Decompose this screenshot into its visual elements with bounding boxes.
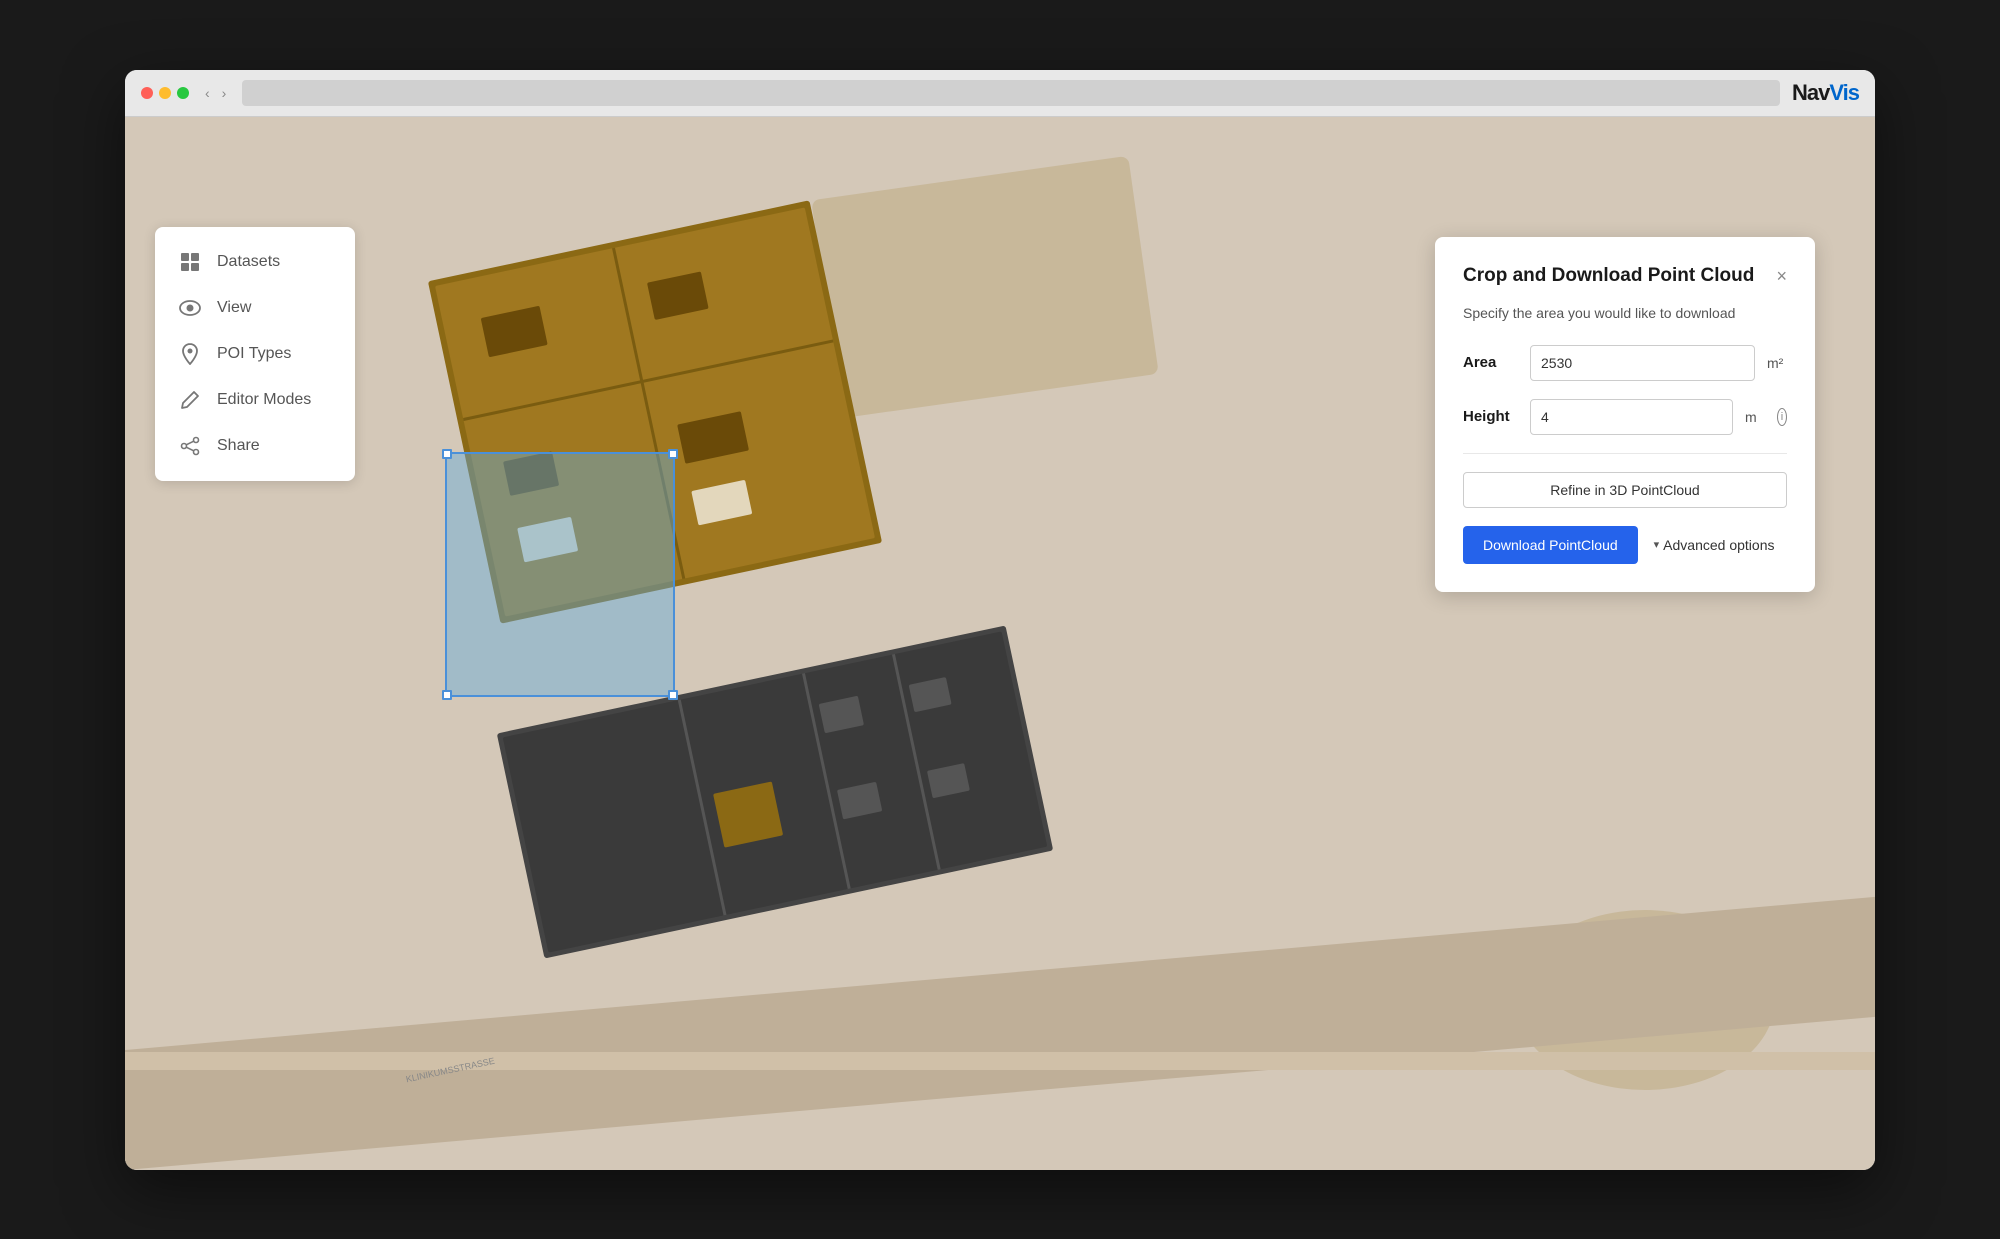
maximize-traffic-light[interactable] (177, 87, 189, 99)
panel-divider (1463, 453, 1787, 454)
area-input[interactable] (1530, 345, 1755, 381)
sidebar: Datasets View (155, 227, 355, 481)
area-label: Area (1463, 354, 1518, 371)
bottom-furniture-4 (909, 676, 952, 711)
area-field-row: Area m² (1463, 345, 1787, 381)
road-line (125, 1052, 1875, 1070)
handle-bottom-left[interactable] (442, 690, 452, 700)
sidebar-item-datasets[interactable]: Datasets (155, 239, 355, 285)
advanced-options-label: Advanced options (1663, 537, 1774, 553)
poi-types-label: POI Types (217, 345, 291, 363)
bottom-furniture-5 (927, 763, 970, 798)
height-input[interactable] (1530, 399, 1733, 435)
bottom-furniture-3 (837, 781, 882, 819)
area-unit: m² (1767, 355, 1787, 371)
address-bar[interactable] (242, 80, 1780, 106)
map-patch-1 (811, 155, 1159, 417)
download-button[interactable]: Download PointCloud (1463, 526, 1638, 564)
handle-top-left[interactable] (442, 449, 452, 459)
handle-top-right[interactable] (668, 449, 678, 459)
browser-logo: NavVis (1792, 80, 1859, 106)
height-label: Height (1463, 408, 1518, 425)
sidebar-item-poi-types[interactable]: POI Types (155, 331, 355, 377)
height-unit: m (1745, 409, 1765, 425)
datasets-icon (179, 251, 201, 273)
poi-icon (179, 343, 201, 365)
view-label: View (217, 299, 251, 317)
nav-buttons: ‹ › (201, 83, 230, 103)
furniture-5 (691, 479, 752, 525)
editor-icon (179, 389, 201, 411)
bottom-furniture-2 (819, 695, 864, 733)
editor-modes-label: Editor Modes (217, 391, 311, 409)
browser-window: ‹ › NavVis (125, 70, 1875, 1170)
furniture-4 (677, 411, 749, 464)
bottom-furniture-1 (713, 781, 783, 847)
road-bottom (125, 896, 1875, 1169)
advanced-arrow: ▾ (1654, 538, 1660, 551)
handle-bottom-right[interactable] (668, 690, 678, 700)
info-icon[interactable]: i (1777, 408, 1787, 426)
refine-button[interactable]: Refine in 3D PointCloud (1463, 472, 1787, 508)
crop-panel: Crop and Download Point Cloud × Specify … (1435, 237, 1815, 592)
minimize-traffic-light[interactable] (159, 87, 171, 99)
height-field-row: Height m i (1463, 399, 1787, 435)
crop-panel-title: Crop and Download Point Cloud (1463, 265, 1754, 287)
action-row: Download PointCloud ▾ Advanced options (1463, 526, 1787, 564)
logo-vis: Vis (1829, 80, 1859, 105)
sidebar-item-share[interactable]: Share (155, 423, 355, 469)
forward-button[interactable]: › (218, 83, 231, 103)
share-label: Share (217, 437, 260, 455)
furniture-2 (647, 270, 709, 319)
map-container: KLINIKUMSSTRASSE Datasets (125, 117, 1875, 1170)
crop-panel-header: Crop and Download Point Cloud × (1463, 265, 1787, 287)
crop-panel-description: Specify the area you would like to downl… (1463, 305, 1787, 321)
sidebar-item-view[interactable]: View (155, 285, 355, 331)
close-traffic-light[interactable] (141, 87, 153, 99)
advanced-options-link[interactable]: ▾ Advanced options (1654, 537, 1775, 553)
logo-nav: Nav (1792, 80, 1829, 105)
datasets-label: Datasets (217, 253, 280, 271)
close-button[interactable]: × (1776, 267, 1787, 285)
traffic-lights (141, 87, 189, 99)
selection-box[interactable] (445, 452, 675, 697)
browser-chrome: ‹ › NavVis (125, 70, 1875, 117)
back-button[interactable]: ‹ (201, 83, 214, 103)
share-icon (179, 435, 201, 457)
sidebar-item-editor-modes[interactable]: Editor Modes (155, 377, 355, 423)
view-icon (179, 297, 201, 319)
furniture-1 (480, 305, 547, 357)
